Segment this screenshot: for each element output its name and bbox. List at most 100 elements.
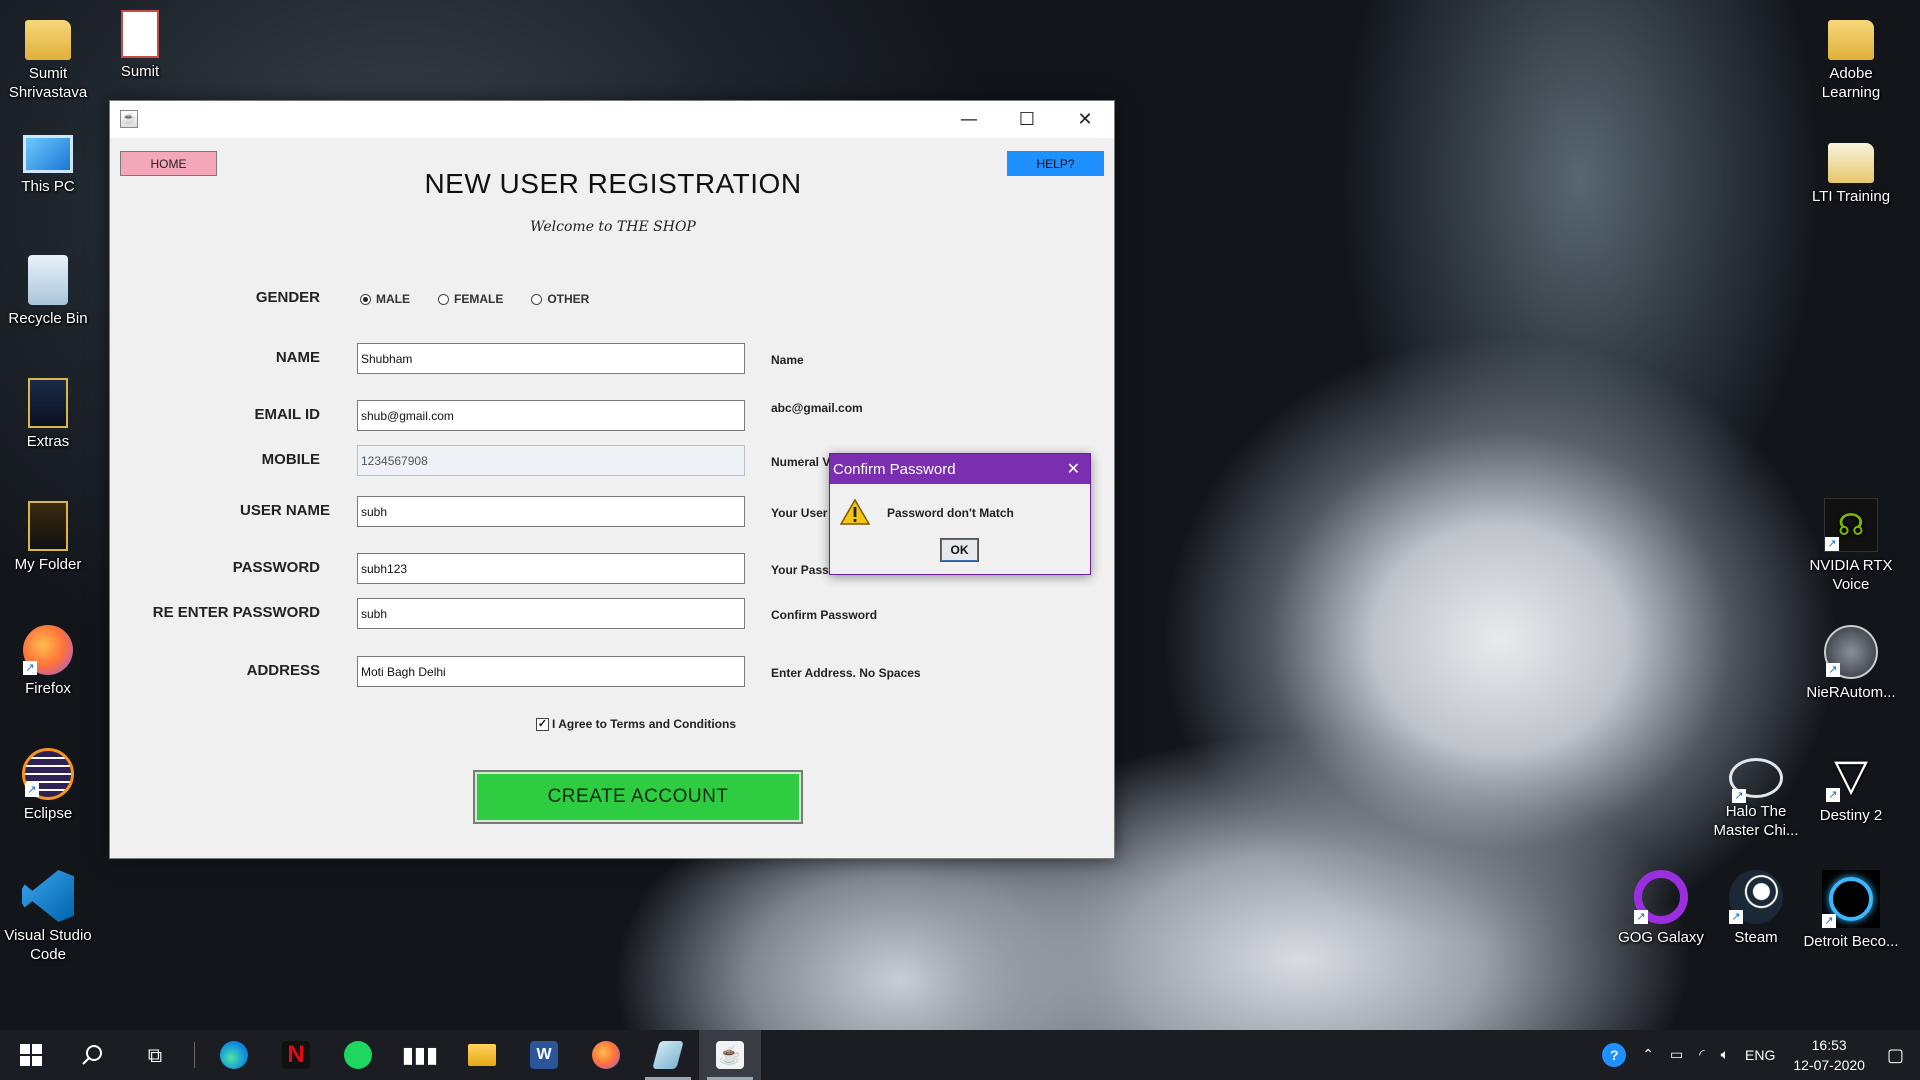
shortcut-arrow-icon: ↗ [23, 661, 37, 675]
taskbar-spotify[interactable] [327, 1030, 389, 1080]
desktop-icon-destiny-2[interactable]: ▽ ↗ Destiny 2 [1803, 748, 1899, 825]
desktop-icon-lti-training[interactable]: LTI Training [1803, 133, 1899, 206]
name-hint: Name [771, 353, 804, 367]
search-button[interactable] [62, 1030, 124, 1080]
desktop-icon-nierautomata[interactable]: ↗ NieRAutom... [1803, 625, 1899, 702]
shortcut-arrow-icon: ↗ [1822, 914, 1836, 928]
name-field[interactable]: Shubham [357, 343, 745, 374]
shortcut-arrow-icon: ↗ [1826, 663, 1840, 677]
desktop-icon-sumit-shrivastava[interactable]: Sumit Shrivastava [0, 10, 96, 102]
username-hint: Your User [771, 506, 828, 520]
pdf-document-icon [121, 10, 159, 58]
desktop-icon-vscode[interactable]: Visual Studio Code [0, 870, 96, 964]
task-view-button[interactable]: ⧉ [124, 1030, 186, 1080]
close-button[interactable]: ✕ [1056, 101, 1114, 138]
nvidia-icon: ☊ ↗ [1824, 498, 1878, 552]
dialog-close-icon[interactable]: ✕ [1067, 459, 1080, 478]
taskbar-firefox[interactable] [575, 1030, 637, 1080]
radio-unselected-icon [531, 293, 543, 305]
ok-button[interactable]: OK [940, 538, 979, 562]
desktop-icon-detroit[interactable]: ↗ Detroit Beco... [1803, 870, 1899, 951]
netflix-icon: N [282, 1041, 310, 1069]
password-field[interactable]: subh123 [357, 553, 745, 584]
email-hint: abc@gmail.com [771, 401, 863, 415]
gender-radio-group: MALE FEMALE OTHER [360, 292, 617, 306]
checkbox-checked-icon: ✓ [536, 717, 549, 731]
window-titlebar[interactable]: ☕ — ☐ ✕ [110, 101, 1114, 138]
shortcut-arrow-icon: ↗ [1826, 788, 1840, 802]
desktop-icon-steam[interactable]: ↗ Steam [1708, 870, 1804, 947]
email-label: EMAIL ID [254, 406, 320, 423]
email-field[interactable]: shub@gmail.com [357, 400, 745, 431]
desktop-icon-label: Destiny 2 [1819, 807, 1883, 824]
desktop-icon-label: LTI Training [1811, 188, 1891, 205]
taskbar-file-explorer[interactable] [451, 1030, 513, 1080]
desktop-icon-nvidia-rtx-voice[interactable]: ☊ ↗ NVIDIA RTX Voice [1803, 498, 1899, 594]
clock[interactable]: 16:53 12-07-2020 [1793, 1035, 1865, 1075]
desktop-icon-label: NVIDIA RTX Voice [1809, 557, 1893, 593]
address-field[interactable]: Moti Bagh Delhi [357, 656, 745, 687]
computer-icon [23, 135, 73, 173]
desktop-icon-this-pc[interactable]: This PC [0, 135, 96, 196]
folder-icon [1828, 143, 1874, 183]
mobile-label: MOBILE [261, 451, 320, 468]
edge-icon [220, 1041, 248, 1069]
gender-radio-male[interactable]: MALE [360, 292, 410, 306]
gog-icon: ↗ [1634, 870, 1688, 924]
mobile-field[interactable]: 1234567908 [357, 445, 745, 476]
desktop-icon-label: This PC [21, 178, 75, 195]
username-field[interactable]: subh [357, 496, 745, 527]
shortcut-arrow-icon: ↗ [1825, 537, 1839, 551]
desktop-icon-label: NieRAutom... [1806, 684, 1896, 701]
radio-selected-icon [360, 293, 371, 305]
desktop-icon-adobe-learning[interactable]: Adobe Learning [1803, 10, 1899, 102]
terms-checkbox[interactable]: ✓ I Agree to Terms and Conditions [536, 717, 736, 731]
gender-radio-other[interactable]: OTHER [531, 292, 589, 306]
volume-icon[interactable]: 🔈︎ [1721, 1047, 1729, 1063]
firefox-icon [592, 1041, 620, 1069]
steam-icon: ↗ [1729, 870, 1783, 924]
notification-icon[interactable]: ▢ [1887, 1045, 1904, 1066]
minimize-button[interactable]: — [940, 101, 998, 138]
eclipse-icon: ↗ [22, 748, 74, 800]
radio-unselected-icon [438, 293, 449, 305]
maximize-button[interactable]: ☐ [998, 101, 1056, 138]
desktop-icon-label: Steam [1734, 929, 1778, 946]
taskbar-java[interactable]: ☕ [699, 1030, 761, 1080]
gender-radio-female[interactable]: FEMALE [438, 292, 503, 306]
desktop-icon-label: Firefox [25, 680, 71, 697]
username-label: USER NAME [239, 502, 330, 519]
wifi-icon[interactable]: ◜ [1699, 1047, 1704, 1063]
password-label: PASSWORD [232, 559, 320, 576]
taskbar-edge[interactable] [203, 1030, 265, 1080]
clock-date: 12-07-2020 [1793, 1057, 1865, 1073]
dialog-title: Confirm Password [833, 460, 956, 478]
taskbar-divider [194, 1042, 195, 1068]
desktop-icon-gog-galaxy[interactable]: ↗ GOG Galaxy [1613, 870, 1709, 947]
dialog-titlebar[interactable]: Confirm Password ✕ [830, 454, 1090, 484]
language-indicator[interactable]: ENG [1745, 1047, 1775, 1063]
battery-icon[interactable]: ▭ [1670, 1047, 1683, 1063]
start-button[interactable] [0, 1030, 62, 1080]
radio-label: MALE [376, 292, 410, 306]
repassword-field[interactable]: subh [357, 598, 745, 629]
taskbar-notes[interactable] [637, 1030, 699, 1080]
folder-icon [1828, 20, 1874, 60]
word-icon: W [530, 1041, 558, 1069]
desktop-icon-eclipse[interactable]: ↗ Eclipse [0, 748, 96, 823]
desktop-icon-label: Halo The Master Chi... [1713, 803, 1799, 839]
audio-app-icon: ▮▮▮ [401, 1042, 439, 1068]
taskbar-netflix[interactable]: N [265, 1030, 327, 1080]
taskbar-audio[interactable]: ▮▮▮ [389, 1030, 451, 1080]
create-account-button[interactable]: CREATE ACCOUNT [473, 770, 803, 824]
user-folder-icon [25, 20, 71, 60]
chevron-up-icon[interactable]: ⌃ [1642, 1047, 1654, 1063]
windows-icon [20, 1044, 42, 1066]
taskbar-word[interactable]: W [513, 1030, 575, 1080]
desktop-icon-label: Eclipse [23, 805, 73, 822]
desktop-icon-label: Visual Studio Code [4, 927, 92, 963]
desktop-icon-sumit-resume[interactable]: Sumit Resume.pdf [92, 10, 188, 81]
repassword-label: RE ENTER PASSWORD [152, 604, 320, 621]
help-tray-icon[interactable]: ? [1602, 1043, 1627, 1067]
desktop-icon-halo[interactable]: ↗ Halo The Master Chi... [1708, 748, 1804, 840]
